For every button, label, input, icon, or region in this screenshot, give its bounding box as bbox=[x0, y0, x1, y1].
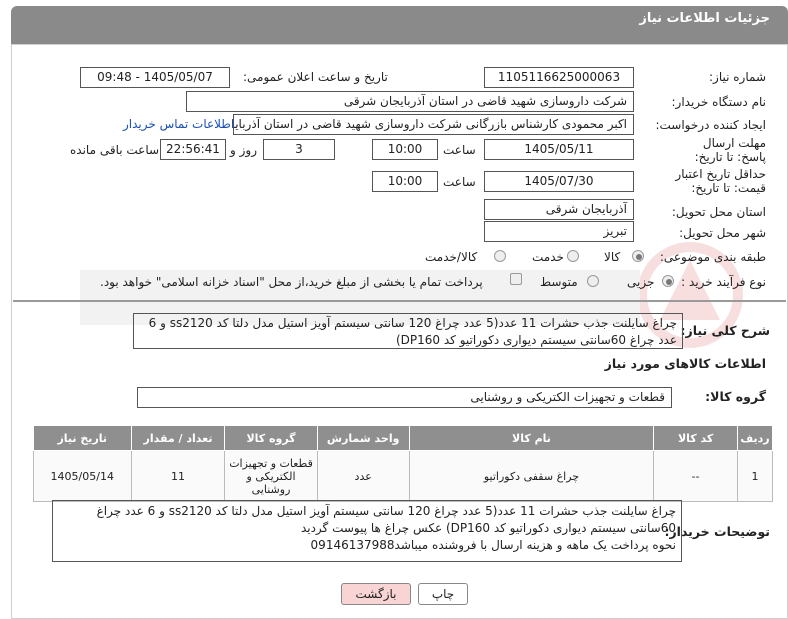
price-validity-date: 1405/07/30 bbox=[484, 171, 634, 192]
goods-group-field: قطعات و تجهیزات الکتریکی و روشنایی bbox=[137, 387, 672, 408]
buyer-notes-textarea[interactable]: چراغ سایلنت جذب حشرات 11 عدد(5 عدد چراغ … bbox=[52, 500, 682, 562]
cell-qty: 11 bbox=[130, 450, 226, 502]
col-qty: تعداد / مقدار bbox=[130, 425, 226, 451]
reply-days-label: روز و bbox=[230, 143, 257, 157]
remaining-time-field: 22:56:41 bbox=[160, 139, 226, 160]
delivery-province-label: استان محل تحویل: bbox=[671, 205, 766, 219]
need-number-field: 1105116625000063 bbox=[484, 67, 634, 88]
category-radio-service[interactable] bbox=[567, 250, 579, 262]
cell-unit: عدد bbox=[316, 450, 410, 502]
reply-deadline-label: مهلت ارسال پاسخ: تا تاریخ: bbox=[694, 136, 766, 164]
reply-deadline-time-label: ساعت bbox=[443, 143, 476, 157]
buyer-notes-line: چراغ سایلنت جذب حشرات 11 عدد(5 عدد چراغ … bbox=[96, 504, 676, 518]
col-unit: واحد شمارش bbox=[316, 425, 410, 451]
category-option-service: خدمت bbox=[532, 250, 564, 264]
price-validity-label: حداقل تاریخ اعتبار قیمت: تا تاریخ: bbox=[675, 167, 766, 195]
category-label: طبقه بندی موضوعی: bbox=[659, 250, 766, 264]
col-row: ردیف bbox=[737, 425, 773, 451]
purchase-option-minor: جزیی bbox=[627, 275, 655, 289]
purchase-type-label: نوع فرآیند خرید : bbox=[681, 275, 766, 289]
treasury-checkbox[interactable] bbox=[510, 273, 522, 285]
divider bbox=[13, 300, 786, 302]
table-row: 1 -- چراغ سقفی دکوراتیو عدد قطعات و تجهی… bbox=[33, 450, 773, 502]
back-button[interactable]: بازگشت bbox=[341, 583, 411, 605]
buyer-org-field: شرکت داروسازی شهید قاضی در استان آذربایج… bbox=[186, 91, 634, 112]
cell-row: 1 bbox=[737, 450, 773, 502]
reply-deadline-date: 1405/05/11 bbox=[484, 139, 634, 160]
category-radio-goods-service[interactable] bbox=[494, 250, 506, 262]
col-group: گروه کالا bbox=[224, 425, 318, 451]
category-radio-goods[interactable] bbox=[632, 250, 644, 262]
page-title: جزئیات اطلاعات نیاز bbox=[639, 11, 770, 26]
reply-deadline-time: 10:00 bbox=[372, 139, 438, 160]
delivery-city-field: تبریز bbox=[484, 221, 634, 242]
cell-group: قطعات و تجهیزات الکتریکی و روشنایی bbox=[224, 450, 318, 502]
category-option-goods: کالا bbox=[604, 250, 621, 264]
creator-field: اکبر محمودی کارشناس بازرگانی شرکت داروسا… bbox=[233, 114, 634, 135]
print-button[interactable]: چاپ bbox=[418, 583, 468, 605]
goods-table: ردیف کد کالا نام کالا واحد شمارش گروه کا… bbox=[33, 425, 773, 502]
reply-days-field: 3 bbox=[263, 139, 335, 160]
cell-code: -- bbox=[653, 450, 739, 502]
announce-datetime-field: 1405/05/07 - 09:48 bbox=[80, 67, 230, 88]
cell-name: چراغ سقفی دکوراتیو bbox=[408, 450, 655, 502]
buyer-notes-line: نحوه پرداخت یک ماهه و هزینه ارسال با فرو… bbox=[310, 538, 676, 552]
treasury-note: پرداخت تمام یا بخشی از مبلغ خرید،از محل … bbox=[100, 275, 483, 289]
col-name: نام کالا bbox=[408, 425, 655, 451]
goods-section-title: اطلاعات کالاهای مورد نیاز bbox=[604, 356, 766, 371]
goods-group-label: گروه کالا: bbox=[705, 389, 766, 404]
summary-textarea[interactable]: چراغ سایلنت جذب حشرات 11 عدد(5 عدد چراغ … bbox=[133, 313, 683, 349]
remaining-time-label: ساعت باقی مانده bbox=[70, 143, 160, 157]
purchase-radio-minor[interactable] bbox=[662, 275, 674, 287]
price-validity-time: 10:00 bbox=[372, 171, 438, 192]
col-code: کد کالا bbox=[653, 425, 739, 451]
purchase-radio-medium[interactable] bbox=[587, 275, 599, 287]
announce-datetime-label: تاریخ و ساعت اعلان عمومی: bbox=[243, 70, 388, 84]
delivery-province-field: آذربایجان شرقی bbox=[484, 199, 634, 220]
buyer-notes-line: 60سانتی سیستم دیواری دکوراتیو کد DP160) … bbox=[300, 521, 676, 535]
col-date: تاریخ نیاز bbox=[33, 425, 132, 451]
delivery-city-label: شهر محل تحویل: bbox=[679, 226, 766, 240]
buyer-contact-link[interactable]: اطلاعات تماس خریدار bbox=[123, 117, 234, 131]
category-option-goods-service: کالا/خدمت bbox=[425, 250, 478, 264]
need-number-label: شماره نیاز: bbox=[709, 70, 766, 84]
summary-label: شرح کلی نیاز: bbox=[680, 323, 770, 338]
creator-label: ایجاد کننده درخواست: bbox=[655, 118, 766, 132]
buyer-org-label: نام دستگاه خریدار: bbox=[671, 95, 767, 109]
cell-date: 1405/05/14 bbox=[33, 450, 132, 502]
purchase-option-medium: متوسط bbox=[540, 275, 578, 289]
price-validity-time-label: ساعت bbox=[443, 175, 476, 189]
